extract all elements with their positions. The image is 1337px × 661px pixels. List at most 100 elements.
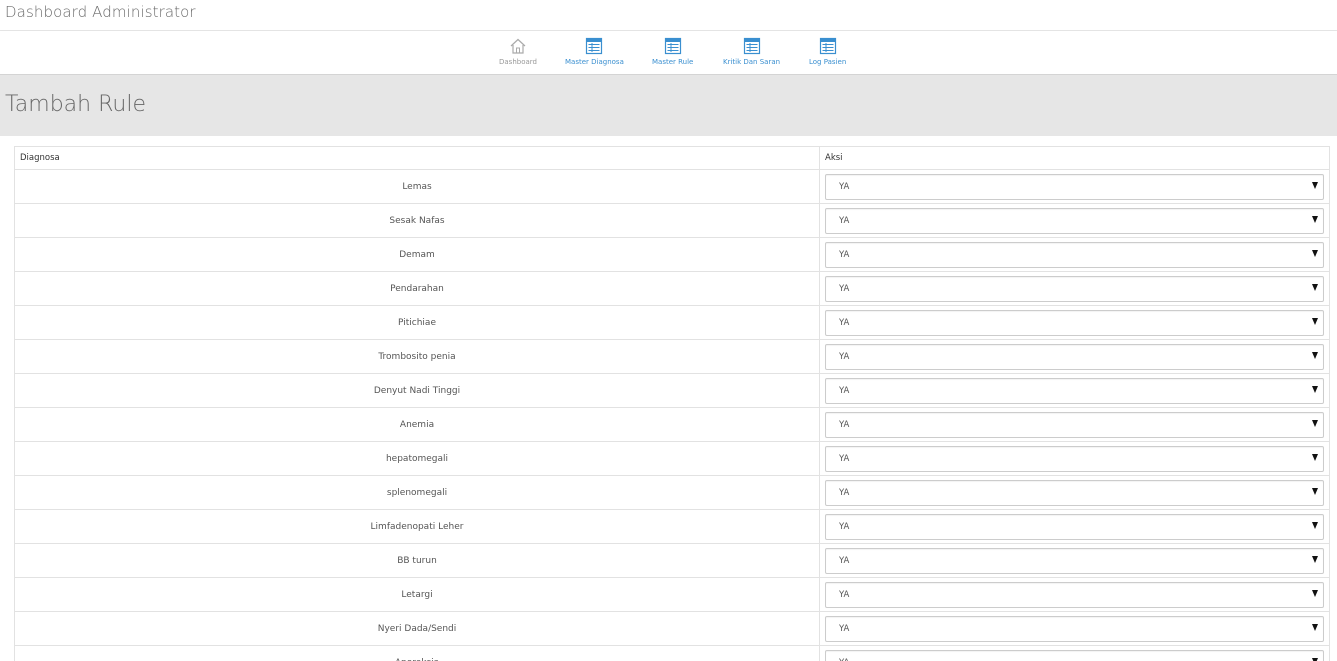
aksi-select-value: YA — [839, 453, 850, 464]
aksi-select[interactable]: YA — [825, 479, 1324, 506]
aksi-select[interactable]: YA — [825, 343, 1324, 370]
aksi-select[interactable]: YA — [825, 513, 1324, 540]
aksi-select-value: YA — [839, 181, 850, 192]
column-header-aksi: Aksi — [819, 146, 1330, 170]
nav-master-rule[interactable]: Master Rule — [652, 37, 693, 71]
diagnosa-cell: Limfadenopati Leher — [14, 509, 820, 544]
nav-kritik-dan-saran[interactable]: Kritik Dan Saran — [723, 37, 780, 71]
nav-log-pasien-label: Log Pasien — [809, 58, 847, 66]
nav-log-pasien[interactable]: Log Pasien — [809, 37, 846, 71]
caret-down-icon — [1312, 453, 1318, 461]
aksi-select[interactable]: YA — [825, 411, 1324, 438]
table-row: Lemas YA — [14, 169, 1330, 204]
nav-master-diagnosa[interactable]: Master Diagnosa — [565, 37, 624, 71]
aksi-select-value: YA — [839, 521, 850, 532]
aksi-cell: YA — [819, 407, 1330, 442]
aksi-cell: YA — [819, 475, 1330, 510]
table-icon — [664, 37, 681, 55]
diagnosa-cell: hepatomegali — [14, 441, 820, 476]
aksi-cell: YA — [819, 169, 1330, 204]
table-row: BB turun YA — [14, 543, 1330, 578]
aksi-select-value: YA — [839, 623, 850, 634]
caret-down-icon — [1312, 249, 1318, 257]
rule-table-body: Lemas YA Sesak Nafas YA Demam YA Pendarahan YA P… — [14, 169, 1330, 661]
aksi-select[interactable]: YA — [825, 649, 1324, 661]
aksi-select[interactable]: YA — [825, 275, 1324, 302]
diagnosa-cell: BB turun — [14, 543, 820, 578]
aksi-select-value: YA — [839, 215, 850, 226]
table-row: hepatomegali YA — [14, 441, 1330, 476]
aksi-select[interactable]: YA — [825, 547, 1324, 574]
aksi-select-value: YA — [839, 555, 850, 566]
diagnosa-cell: Denyut Nadi Tinggi — [14, 373, 820, 408]
caret-down-icon — [1312, 555, 1318, 563]
diagnosa-cell: Letargi — [14, 577, 820, 612]
aksi-select-value: YA — [839, 385, 850, 396]
table-row: Pendarahan YA — [14, 271, 1330, 306]
table-row: Demam YA — [14, 237, 1330, 272]
aksi-select-value: YA — [839, 317, 850, 328]
rule-form-panel: Diagnosa Aksi Lemas YA Sesak Nafas YA Demam Y… — [4, 136, 1337, 661]
diagnosa-cell: Anoreksia — [14, 645, 820, 661]
aksi-select[interactable]: YA — [825, 581, 1324, 608]
rule-table: Diagnosa Aksi Lemas YA Sesak Nafas YA Demam Y… — [14, 146, 1330, 661]
top-bar: Dashboard Administrator — [0, 0, 1337, 31]
aksi-select[interactable]: YA — [825, 173, 1324, 200]
aksi-select[interactable]: YA — [825, 377, 1324, 404]
caret-down-icon — [1312, 657, 1318, 661]
diagnosa-cell: Anemia — [14, 407, 820, 442]
main-nav: Dashboard Master Diagnosa Master Rule Kr… — [0, 31, 1337, 75]
aksi-cell: YA — [819, 577, 1330, 612]
nav-dashboard[interactable]: Dashboard — [499, 37, 537, 71]
caret-down-icon — [1312, 181, 1318, 189]
aksi-select-value: YA — [839, 658, 849, 661]
aksi-select-value: YA — [839, 249, 850, 260]
table-icon — [743, 37, 760, 55]
aksi-cell: YA — [819, 203, 1330, 238]
aksi-select-value: YA — [839, 589, 850, 600]
aksi-select[interactable]: YA — [825, 445, 1324, 472]
nav-master-rule-label: Master Rule — [652, 58, 694, 66]
table-row: Nyeri Dada/Sendi YA — [14, 611, 1330, 646]
aksi-select[interactable]: YA — [825, 207, 1324, 234]
caret-down-icon — [1312, 317, 1318, 325]
caret-down-icon — [1312, 283, 1318, 291]
table-row: Limfadenopati Leher YA — [14, 509, 1330, 544]
caret-down-icon — [1312, 215, 1318, 223]
aksi-cell: YA — [819, 237, 1330, 272]
diagnosa-cell: Sesak Nafas — [14, 203, 820, 238]
diagnosa-cell: Pitichiae — [14, 305, 820, 340]
caret-down-icon — [1312, 521, 1318, 529]
caret-down-icon — [1312, 351, 1318, 359]
table-row: Anoreksia YA — [14, 645, 1330, 661]
diagnosa-cell: Lemas — [14, 169, 820, 204]
table-row: Trombosito penia YA — [14, 339, 1330, 374]
aksi-cell: YA — [819, 543, 1330, 578]
aksi-cell: YA — [819, 645, 1330, 661]
diagnosa-cell: Pendarahan — [14, 271, 820, 306]
diagnosa-cell: Demam — [14, 237, 820, 272]
caret-down-icon — [1312, 589, 1318, 597]
aksi-cell: YA — [819, 373, 1330, 408]
aksi-select[interactable]: YA — [825, 309, 1324, 336]
aksi-select[interactable]: YA — [825, 615, 1324, 642]
aksi-cell: YA — [819, 441, 1330, 476]
table-row: splenomegali YA — [14, 475, 1330, 510]
home-icon — [510, 38, 526, 54]
table-row: Sesak Nafas YA — [14, 203, 1330, 238]
aksi-select-value: YA — [839, 283, 850, 294]
table-row: Letargi YA — [14, 577, 1330, 612]
page-header: Tambah Rule — [0, 75, 1337, 136]
diagnosa-cell: splenomegali — [14, 475, 820, 510]
aksi-cell: YA — [819, 271, 1330, 306]
table-row: Anemia YA — [14, 407, 1330, 442]
aksi-select[interactable]: YA — [825, 241, 1324, 268]
table-row: Pitichiae YA — [14, 305, 1330, 340]
caret-down-icon — [1312, 419, 1318, 427]
app-title: Dashboard Administrator — [5, 3, 196, 21]
diagnosa-cell: Nyeri Dada/Sendi — [14, 611, 820, 646]
table-icon — [586, 37, 603, 55]
column-header-diagnosa: Diagnosa — [14, 146, 820, 170]
aksi-select-value: YA — [839, 351, 850, 362]
aksi-cell: YA — [819, 305, 1330, 340]
